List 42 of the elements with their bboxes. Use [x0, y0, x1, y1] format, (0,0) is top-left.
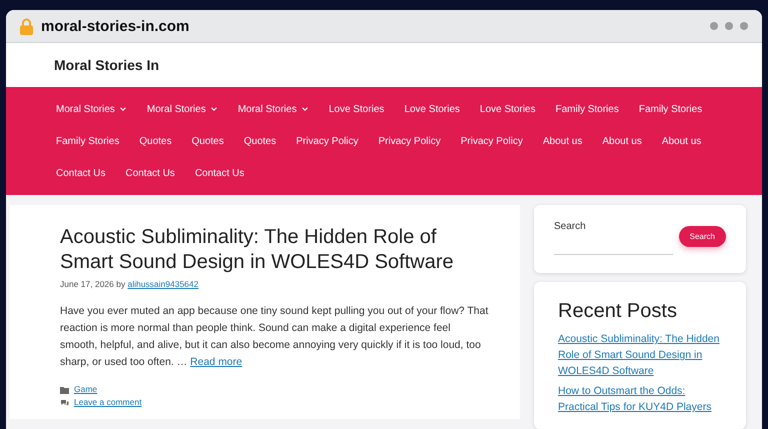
recent-posts-heading: Recent Posts [558, 300, 678, 323]
post-excerpt: Have you ever muted an app because one tiny sound kept pulling you out of your flow? That reaction is more normal than people think. Sound can make a digital experience feel smooth, helpful, and alive, but it can also become annoying very quickly if it is too loud, too sharp, or used too often. … Read more [60, 304, 490, 370]
nav-menu-item[interactable]: Privacy Policy [368, 125, 451, 157]
comment-link[interactable]: Leave a comment [74, 396, 142, 409]
nav-menu-item[interactable]: Family Stories [628, 93, 712, 125]
url-text[interactable]: moral-stories-in.com [41, 18, 702, 34]
nav-menu-item[interactable]: Quotes [182, 125, 234, 157]
nav-menu-item[interactable]: Love Stories [470, 93, 546, 125]
nav-menu-item[interactable]: Family Stories [546, 93, 629, 125]
nav-menu-item[interactable]: Quotes [234, 125, 286, 157]
site-title[interactable]: Moral Stories In [54, 57, 160, 73]
nav-menu-item[interactable]: Quotes [129, 125, 182, 157]
nav-menu-item[interactable]: Moral Stories [136, 93, 228, 125]
category-link[interactable]: Game [74, 383, 98, 396]
nav-menu-item[interactable]: Contact Us [184, 157, 254, 189]
nav-menu-item[interactable]: Family Stories [46, 125, 130, 157]
folder-icon [60, 386, 69, 394]
nav-menu-item[interactable]: Moral Stories [228, 93, 319, 125]
nav-menu-item[interactable]: Love Stories [394, 93, 470, 125]
caret-icon [118, 105, 127, 113]
post-meta: June 17, 2026 by alihussain9435642 [60, 279, 200, 289]
nav-menu-item[interactable]: About us [532, 125, 592, 157]
nav-menu-item[interactable]: Privacy Policy [286, 125, 368, 157]
nav-menu-item[interactable]: Privacy Policy [450, 125, 533, 157]
search-label: Search [554, 221, 587, 232]
window-controls-icon[interactable] [710, 22, 748, 30]
recent-post-link[interactable]: How to Outsmart the Odds: Practical Tips for KUY4D Players [558, 383, 726, 415]
comment-icon [60, 398, 69, 406]
nav-menu-item[interactable]: Contact Us [46, 157, 116, 189]
author-link[interactable]: alihussain9435642 [128, 279, 198, 289]
lock-icon [20, 18, 33, 34]
nav-menu-item[interactable]: About us [592, 125, 652, 157]
post-title[interactable]: Acoustic Subliminality: The Hidden Role of Smart Sound Design in WOLES4D Software [60, 225, 490, 275]
nav-menu-item[interactable]: Contact Us [115, 157, 185, 189]
search-button[interactable]: Search [678, 226, 726, 247]
recent-post-link[interactable]: Acoustic Subliminality: The Hidden Role of Smart Sound Design in WOLES4D Software [558, 331, 726, 379]
read-more-link[interactable]: Read more [190, 356, 242, 368]
nav-menu-item[interactable]: Love Stories [318, 93, 394, 125]
caret-icon [300, 105, 309, 113]
nav-menu-item[interactable]: About us [652, 125, 712, 157]
caret-icon [210, 105, 218, 113]
nav-menu-item[interactable]: Moral Stories [46, 93, 137, 125]
